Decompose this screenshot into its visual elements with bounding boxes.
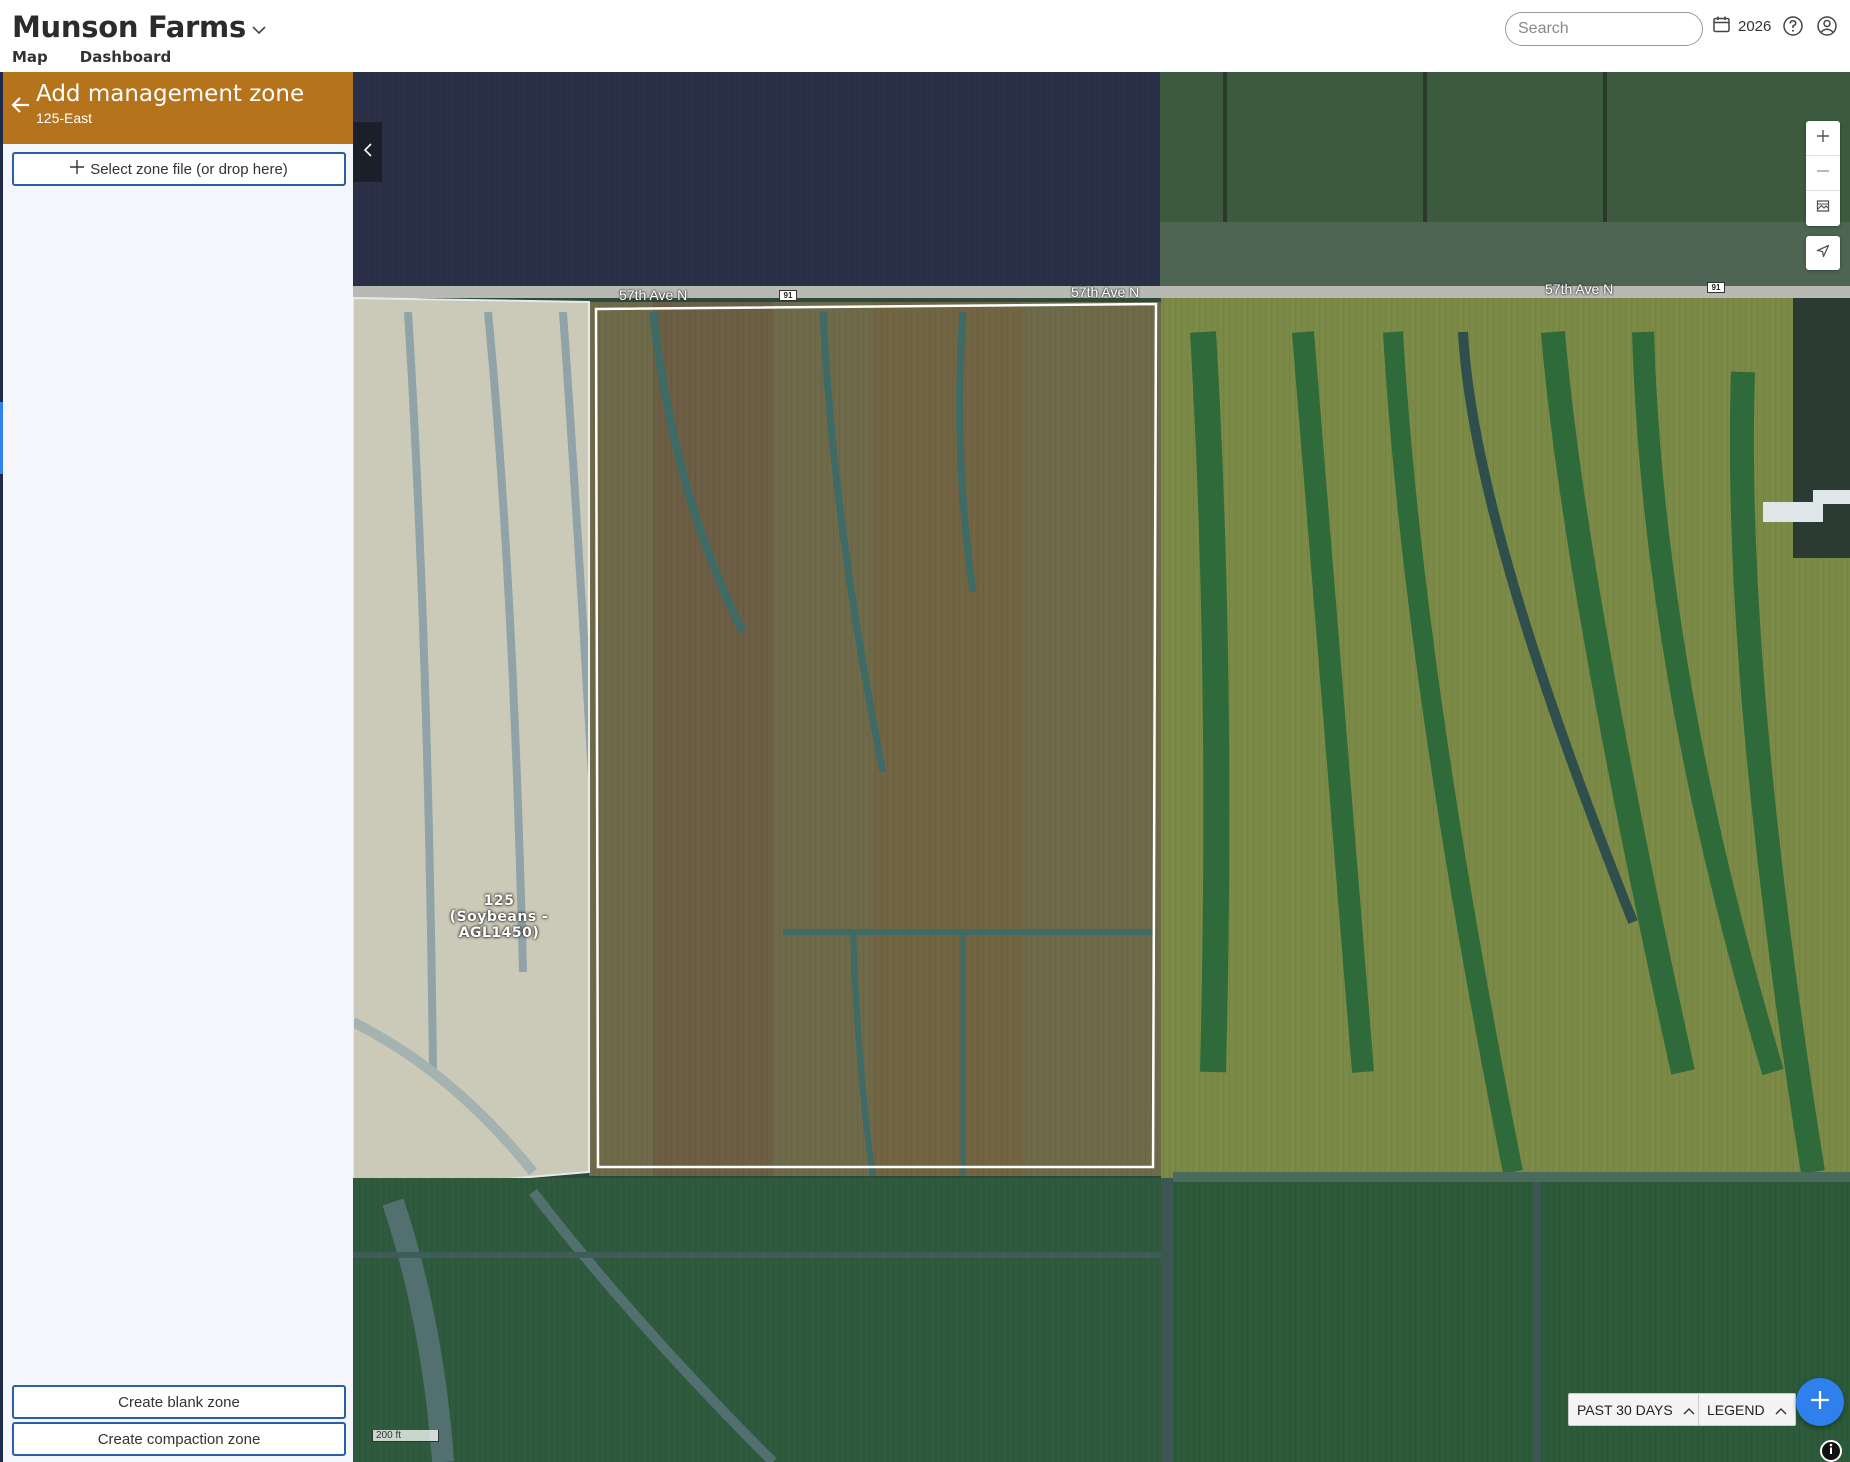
farm-name: Munson Farms	[12, 10, 246, 44]
chevron-down-icon	[252, 22, 266, 40]
header-actions: 2026	[1712, 14, 1839, 38]
chevron-up-icon	[1683, 1402, 1695, 1418]
panel-header: Add management zone 125-East	[3, 72, 353, 144]
plus-icon	[1816, 129, 1830, 148]
field-label-id: 125	[483, 893, 515, 909]
collapse-panel-button[interactable]	[353, 122, 382, 182]
zoom-in-button[interactable]	[1806, 121, 1840, 156]
farm-selector[interactable]: Munson Farms	[12, 10, 266, 44]
info-icon	[1826, 1442, 1836, 1460]
layers-button[interactable]	[1806, 191, 1840, 226]
chevron-up-icon	[1775, 1402, 1787, 1418]
map-view[interactable]: 57th Ave N 91 57th Ave N 57th Ave N 91 1…	[353, 72, 1850, 1462]
select-zone-file-button[interactable]: Select zone file (or drop here)	[12, 152, 346, 186]
field-label[interactable]: 125 (Soybeans - AGL1450)	[439, 893, 559, 941]
year-label: 2026	[1738, 17, 1772, 35]
panel-accent-bar	[0, 402, 3, 474]
location-arrow-icon	[1816, 244, 1830, 263]
create-blank-zone-button[interactable]: Create blank zone	[12, 1385, 346, 1419]
year-selector[interactable]: 2026	[1712, 15, 1771, 38]
map-scale-bar: 200 ft	[372, 1430, 439, 1442]
plus-icon	[70, 160, 85, 178]
search-input[interactable]	[1505, 12, 1703, 46]
select-zone-file-label: Select zone file (or drop here)	[90, 160, 288, 178]
past-30-days-label: PAST 30 DAYS	[1577, 1401, 1673, 1418]
plus-icon	[1809, 1389, 1831, 1416]
top-header: Munson Farms Map Dashboard 2026	[0, 0, 1850, 76]
road-label: 57th Ave N	[619, 287, 688, 303]
chevron-left-icon	[363, 142, 373, 162]
locate-button[interactable]	[1806, 236, 1840, 270]
panel-subtitle: 125-East	[36, 110, 93, 126]
field-label-crop: (Soybeans -	[449, 909, 549, 925]
zoom-out-button[interactable]	[1806, 156, 1840, 191]
field-label-variety: AGL1450)	[458, 925, 540, 941]
info-button[interactable]	[1820, 1440, 1842, 1462]
image-layers-icon	[1816, 199, 1830, 218]
legend-label: LEGEND	[1707, 1401, 1765, 1418]
satellite-imagery	[353, 72, 1850, 1462]
road-label: 57th Ave N	[1071, 284, 1140, 300]
panel-title: Add management zone	[36, 81, 305, 107]
past-30-days-toggle[interactable]: PAST 30 DAYS	[1568, 1393, 1704, 1426]
legend-toggle[interactable]: LEGEND	[1698, 1393, 1796, 1426]
route-shield: 91	[1707, 282, 1725, 293]
user-icon[interactable]	[1815, 14, 1839, 38]
minus-icon	[1816, 164, 1830, 183]
back-arrow-icon[interactable]	[11, 96, 31, 119]
help-icon[interactable]	[1781, 14, 1805, 38]
zone-panel: Add management zone 125-East Select zone…	[0, 72, 353, 1462]
route-shield: 91	[779, 290, 797, 301]
create-compaction-zone-button[interactable]: Create compaction zone	[12, 1422, 346, 1456]
map-zoom-controls	[1806, 121, 1840, 226]
calendar-icon	[1712, 15, 1731, 38]
road-label: 57th Ave N	[1545, 281, 1614, 297]
add-button[interactable]	[1796, 1378, 1844, 1426]
